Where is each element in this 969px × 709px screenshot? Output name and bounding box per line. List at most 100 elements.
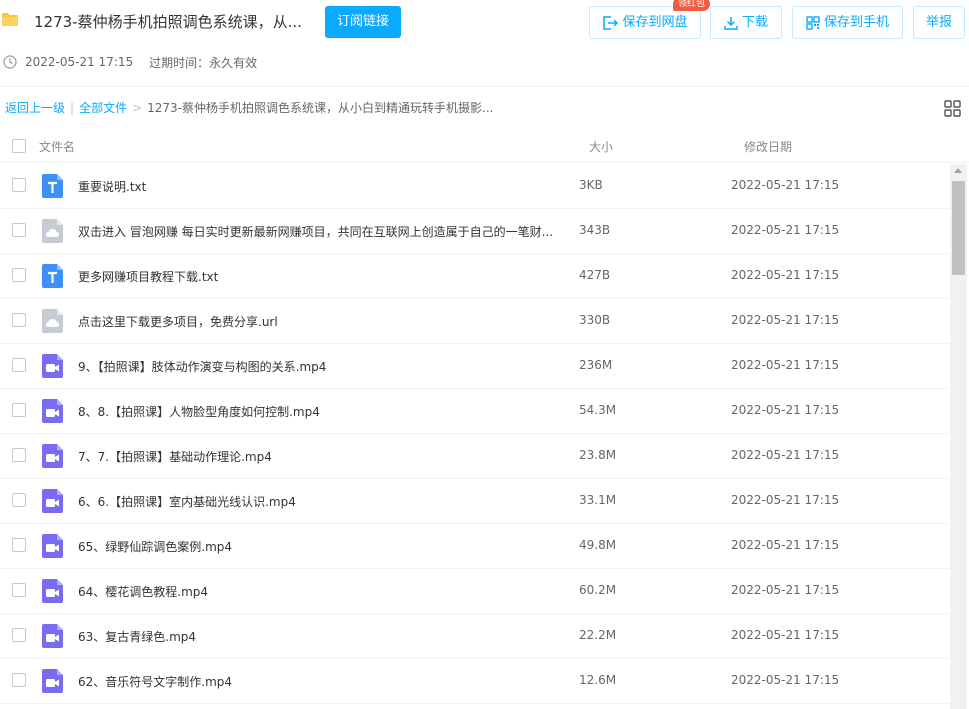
page-header: 1273-蔡仲杨手机拍照调色系统课，从... 订阅链接 保存到网盘 领红包 下载… bbox=[0, 0, 969, 48]
file-name[interactable]: 63、复古青绿色.mp4 bbox=[78, 628, 196, 645]
file-row[interactable]: 点击这里下载更多项目，免费分享.url 330B 2022-05-21 17:1… bbox=[0, 299, 950, 344]
save-to-phone-button[interactable]: 保存到手机 bbox=[792, 6, 903, 39]
download-label: 下载 bbox=[741, 15, 768, 30]
video-file-icon bbox=[42, 669, 63, 693]
txt-file-icon bbox=[42, 174, 63, 198]
file-name[interactable]: 65、绿野仙踪调色案例.mp4 bbox=[78, 538, 232, 555]
video-file-icon bbox=[42, 354, 63, 378]
file-date: 2022-05-21 17:15 bbox=[731, 628, 840, 642]
file-size: 23.8M bbox=[579, 448, 617, 462]
select-all-checkbox[interactable] bbox=[12, 139, 26, 153]
download-button[interactable]: 下载 bbox=[710, 6, 782, 39]
row-checkbox[interactable] bbox=[12, 538, 26, 552]
scroll-up-arrow-icon[interactable] bbox=[954, 168, 962, 173]
file-table-header: 文件名 大小 修改日期 bbox=[0, 128, 969, 163]
report-label: 举报 bbox=[925, 15, 952, 30]
video-file-icon bbox=[42, 579, 63, 603]
red-packet-badge[interactable]: 领红包 bbox=[673, 0, 711, 11]
breadcrumb-arrow: > bbox=[132, 100, 143, 115]
video-file-icon bbox=[42, 534, 63, 558]
video-file-icon bbox=[42, 399, 63, 423]
row-checkbox[interactable] bbox=[12, 313, 26, 327]
row-checkbox[interactable] bbox=[12, 178, 26, 192]
file-name[interactable]: 6、6.【拍照课】室内基础光线认识.mp4 bbox=[78, 493, 296, 510]
file-size: 330B bbox=[579, 313, 611, 327]
file-name[interactable]: 更多网赚项目教程下载.txt bbox=[78, 268, 218, 285]
file-size: 12.6M bbox=[579, 673, 617, 687]
row-checkbox[interactable] bbox=[12, 403, 26, 417]
back-link[interactable]: 返回上一级 bbox=[5, 99, 65, 116]
save-netdisk-icon bbox=[603, 15, 619, 30]
file-size: 427B bbox=[579, 268, 611, 282]
row-checkbox[interactable] bbox=[12, 628, 26, 642]
file-name[interactable]: 双击进入 冒泡网赚 每日实时更新最新网赚项目，共同在互联网上创造属于自己的一笔财… bbox=[78, 223, 553, 240]
current-folder: 1273-蔡仲杨手机拍照调色系统课，从小白到精通玩转手机摄影... bbox=[147, 101, 494, 115]
file-date: 2022-05-21 17:15 bbox=[731, 493, 840, 507]
file-row[interactable]: 双击进入 冒泡网赚 每日实时更新最新网赚项目，共同在互联网上创造属于自己的一笔财… bbox=[0, 209, 950, 254]
video-file-icon bbox=[42, 624, 63, 648]
subscribe-link-button[interactable]: 订阅链接 bbox=[325, 6, 401, 38]
all-files-link[interactable]: 全部文件 bbox=[79, 99, 127, 116]
file-date: 2022-05-21 17:15 bbox=[731, 538, 840, 552]
grid-view-icon[interactable] bbox=[944, 100, 961, 117]
expire-text: 过期时间：永久有效 bbox=[149, 55, 258, 70]
file-row[interactable]: 63、复古青绿色.mp4 22.2M 2022-05-21 17:15 bbox=[0, 614, 950, 659]
file-size: 22.2M bbox=[579, 628, 617, 642]
file-name[interactable]: 重要说明.txt bbox=[78, 178, 146, 195]
breadcrumb-separator: | bbox=[70, 100, 75, 115]
report-button[interactable]: 举报 bbox=[913, 6, 965, 39]
save-phone-label: 保存到手机 bbox=[823, 15, 889, 30]
scrollbar-thumb[interactable] bbox=[952, 181, 965, 275]
file-date: 2022-05-21 17:15 bbox=[731, 583, 840, 597]
file-row[interactable]: 65、绿野仙踪调色案例.mp4 49.8M 2022-05-21 17:15 bbox=[0, 524, 950, 569]
file-name[interactable]: 9、【拍照课】肢体动作演变与构图的关系.mp4 bbox=[78, 358, 326, 375]
download-icon bbox=[724, 16, 738, 30]
file-list: 重要说明.txt 3KB 2022-05-21 17:15 双击进入 冒泡网赚 … bbox=[0, 164, 950, 709]
file-size: 49.8M bbox=[579, 538, 617, 552]
link-file-icon bbox=[42, 219, 63, 243]
file-name[interactable]: 62、音乐符号文字制作.mp4 bbox=[78, 673, 232, 690]
txt-file-icon bbox=[42, 264, 63, 288]
row-checkbox[interactable] bbox=[12, 673, 26, 687]
file-name[interactable]: 8、8.【拍照课】人物脸型角度如何控制.mp4 bbox=[78, 403, 320, 420]
file-name[interactable]: 64、樱花调色教程.mp4 bbox=[78, 583, 208, 600]
file-row[interactable]: 重要说明.txt 3KB 2022-05-21 17:15 bbox=[0, 164, 950, 209]
row-checkbox[interactable] bbox=[12, 358, 26, 372]
file-row[interactable]: 62、音乐符号文字制作.mp4 12.6M 2022-05-21 17:15 bbox=[0, 659, 950, 704]
clock-icon bbox=[3, 55, 17, 69]
row-checkbox[interactable] bbox=[12, 448, 26, 462]
file-row[interactable]: 7、7.【拍照课】基础动作理论.mp4 23.8M 2022-05-21 17:… bbox=[0, 434, 950, 479]
file-size: 54.3M bbox=[579, 403, 617, 417]
file-row[interactable]: 更多网赚项目教程下载.txt 427B 2022-05-21 17:15 bbox=[0, 254, 950, 299]
column-name-header[interactable]: 文件名 bbox=[39, 138, 75, 155]
file-date: 2022-05-21 17:15 bbox=[731, 358, 840, 372]
file-size: 343B bbox=[579, 223, 611, 237]
file-name[interactable]: 点击这里下载更多项目，免费分享.url bbox=[78, 313, 278, 330]
column-date-header[interactable]: 修改日期 bbox=[744, 138, 792, 155]
file-date: 2022-05-21 17:15 bbox=[731, 178, 840, 192]
save-netdisk-label: 保存到网盘 bbox=[622, 15, 688, 30]
file-name[interactable]: 7、7.【拍照课】基础动作理论.mp4 bbox=[78, 448, 272, 465]
file-date: 2022-05-21 17:15 bbox=[731, 223, 840, 237]
share-title: 1273-蔡仲杨手机拍照调色系统课，从... bbox=[34, 13, 302, 31]
file-date: 2022-05-21 17:15 bbox=[731, 268, 840, 282]
column-size-header[interactable]: 大小 bbox=[589, 138, 613, 155]
file-row[interactable]: 9、【拍照课】肢体动作演变与构图的关系.mp4 236M 2022-05-21 … bbox=[0, 344, 950, 389]
row-checkbox[interactable] bbox=[12, 493, 26, 507]
video-file-icon bbox=[42, 444, 63, 468]
file-size: 3KB bbox=[579, 178, 603, 192]
video-file-icon bbox=[42, 489, 63, 513]
file-row[interactable]: 6、6.【拍照课】室内基础光线认识.mp4 33.1M 2022-05-21 1… bbox=[0, 479, 950, 524]
file-row[interactable]: 64、樱花调色教程.mp4 60.2M 2022-05-21 17:15 bbox=[0, 569, 950, 614]
breadcrumb: 返回上一级 | 全部文件 > 1273-蔡仲杨手机拍照调色系统课，从小白到精通玩… bbox=[5, 99, 493, 116]
header-divider bbox=[0, 86, 969, 87]
file-date: 2022-05-21 17:15 bbox=[731, 673, 840, 687]
share-meta: 2022-05-21 17:15 过期时间：永久有效 bbox=[0, 54, 257, 70]
row-checkbox[interactable] bbox=[12, 268, 26, 282]
row-checkbox[interactable] bbox=[12, 223, 26, 237]
folder-icon bbox=[2, 13, 18, 26]
file-size: 236M bbox=[579, 358, 613, 372]
file-date: 2022-05-21 17:15 bbox=[731, 313, 840, 327]
file-row[interactable]: 8、8.【拍照课】人物脸型角度如何控制.mp4 54.3M 2022-05-21… bbox=[0, 389, 950, 434]
row-checkbox[interactable] bbox=[12, 583, 26, 597]
